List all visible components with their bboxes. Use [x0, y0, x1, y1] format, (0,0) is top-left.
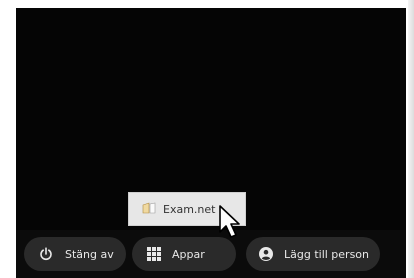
person-icon [256, 244, 276, 264]
exam-net-icon [141, 201, 157, 218]
add-person-button[interactable]: Lägg till person [246, 237, 380, 271]
grid-icon [144, 244, 164, 264]
apps-button[interactable]: Appar [132, 237, 236, 271]
mouse-pointer-icon [219, 205, 240, 238]
exam-net-label: Exam.net [163, 202, 216, 216]
shutdown-label: Stäng av [65, 247, 114, 261]
edge-shadow [408, 0, 414, 278]
login-screen: Exam.net Stäng av Appar Lägg till person [16, 8, 406, 278]
add-person-label: Lägg till person [284, 247, 370, 261]
apps-label: Appar [172, 247, 205, 261]
power-icon [36, 244, 56, 264]
shutdown-button[interactable]: Stäng av [24, 237, 126, 271]
